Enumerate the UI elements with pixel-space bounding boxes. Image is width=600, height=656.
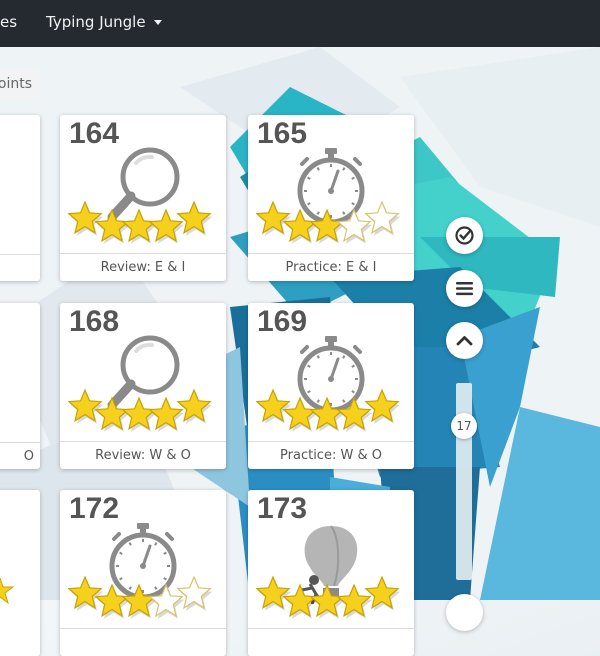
nav-course-label: Typing Jungle xyxy=(46,13,146,31)
lesson-title xyxy=(248,628,414,656)
star-rating xyxy=(68,200,213,244)
top-nav-bar: es Typing Jungle xyxy=(0,0,600,47)
star-rating xyxy=(256,575,401,619)
lesson-number: 165 xyxy=(257,117,308,150)
lesson-title: Review: W & O xyxy=(60,441,226,469)
lesson-card[interactable]: 164 Review: E & I xyxy=(60,115,226,281)
nav-item-previous[interactable]: es xyxy=(0,0,17,47)
check-progress-button[interactable] xyxy=(446,217,483,254)
star-rating xyxy=(256,200,401,244)
lesson-card[interactable]: 169 Practice: W & O xyxy=(248,303,414,469)
lesson-card[interactable]: 168 Review: W & O xyxy=(60,303,226,469)
card-footer xyxy=(0,254,40,281)
lesson-title: Practice: E & I xyxy=(248,253,414,281)
level-scroll-thumb[interactable]: 17 xyxy=(451,413,477,439)
lesson-number: 164 xyxy=(69,117,120,150)
chevron-up-icon xyxy=(456,336,473,346)
menu-button[interactable] xyxy=(446,270,483,307)
nav-course-dropdown[interactable]: Typing Jungle xyxy=(46,0,162,47)
points-tab[interactable]: oints xyxy=(0,68,40,100)
star-rating xyxy=(0,578,15,605)
check-circle-icon xyxy=(455,226,474,245)
lesson-number: 172 xyxy=(69,492,120,525)
lesson-card[interactable]: 165 Practice: E & I xyxy=(248,115,414,281)
lesson-number: 173 xyxy=(257,492,308,525)
lesson-number: 169 xyxy=(257,305,308,338)
lesson-card-partial[interactable] xyxy=(0,115,40,281)
hamburger-menu-icon xyxy=(456,282,473,296)
lesson-card-partial[interactable] xyxy=(0,490,40,656)
scroll-up-button[interactable] xyxy=(446,322,483,359)
lesson-title: Review: E & I xyxy=(60,253,226,281)
lesson-card-partial[interactable]: O xyxy=(0,303,40,469)
lesson-card[interactable]: 172 xyxy=(60,490,226,656)
lesson-card[interactable]: 173 xyxy=(248,490,414,656)
card-footer: O xyxy=(0,442,40,469)
lesson-number: 168 xyxy=(69,305,120,338)
lesson-title xyxy=(60,628,226,656)
star-rating xyxy=(256,388,401,432)
caret-down-icon xyxy=(153,20,162,25)
star-rating xyxy=(68,575,213,619)
star-rating xyxy=(68,388,213,432)
points-tab-label: oints xyxy=(0,76,32,92)
lesson-title: Practice: W & O xyxy=(248,441,414,469)
